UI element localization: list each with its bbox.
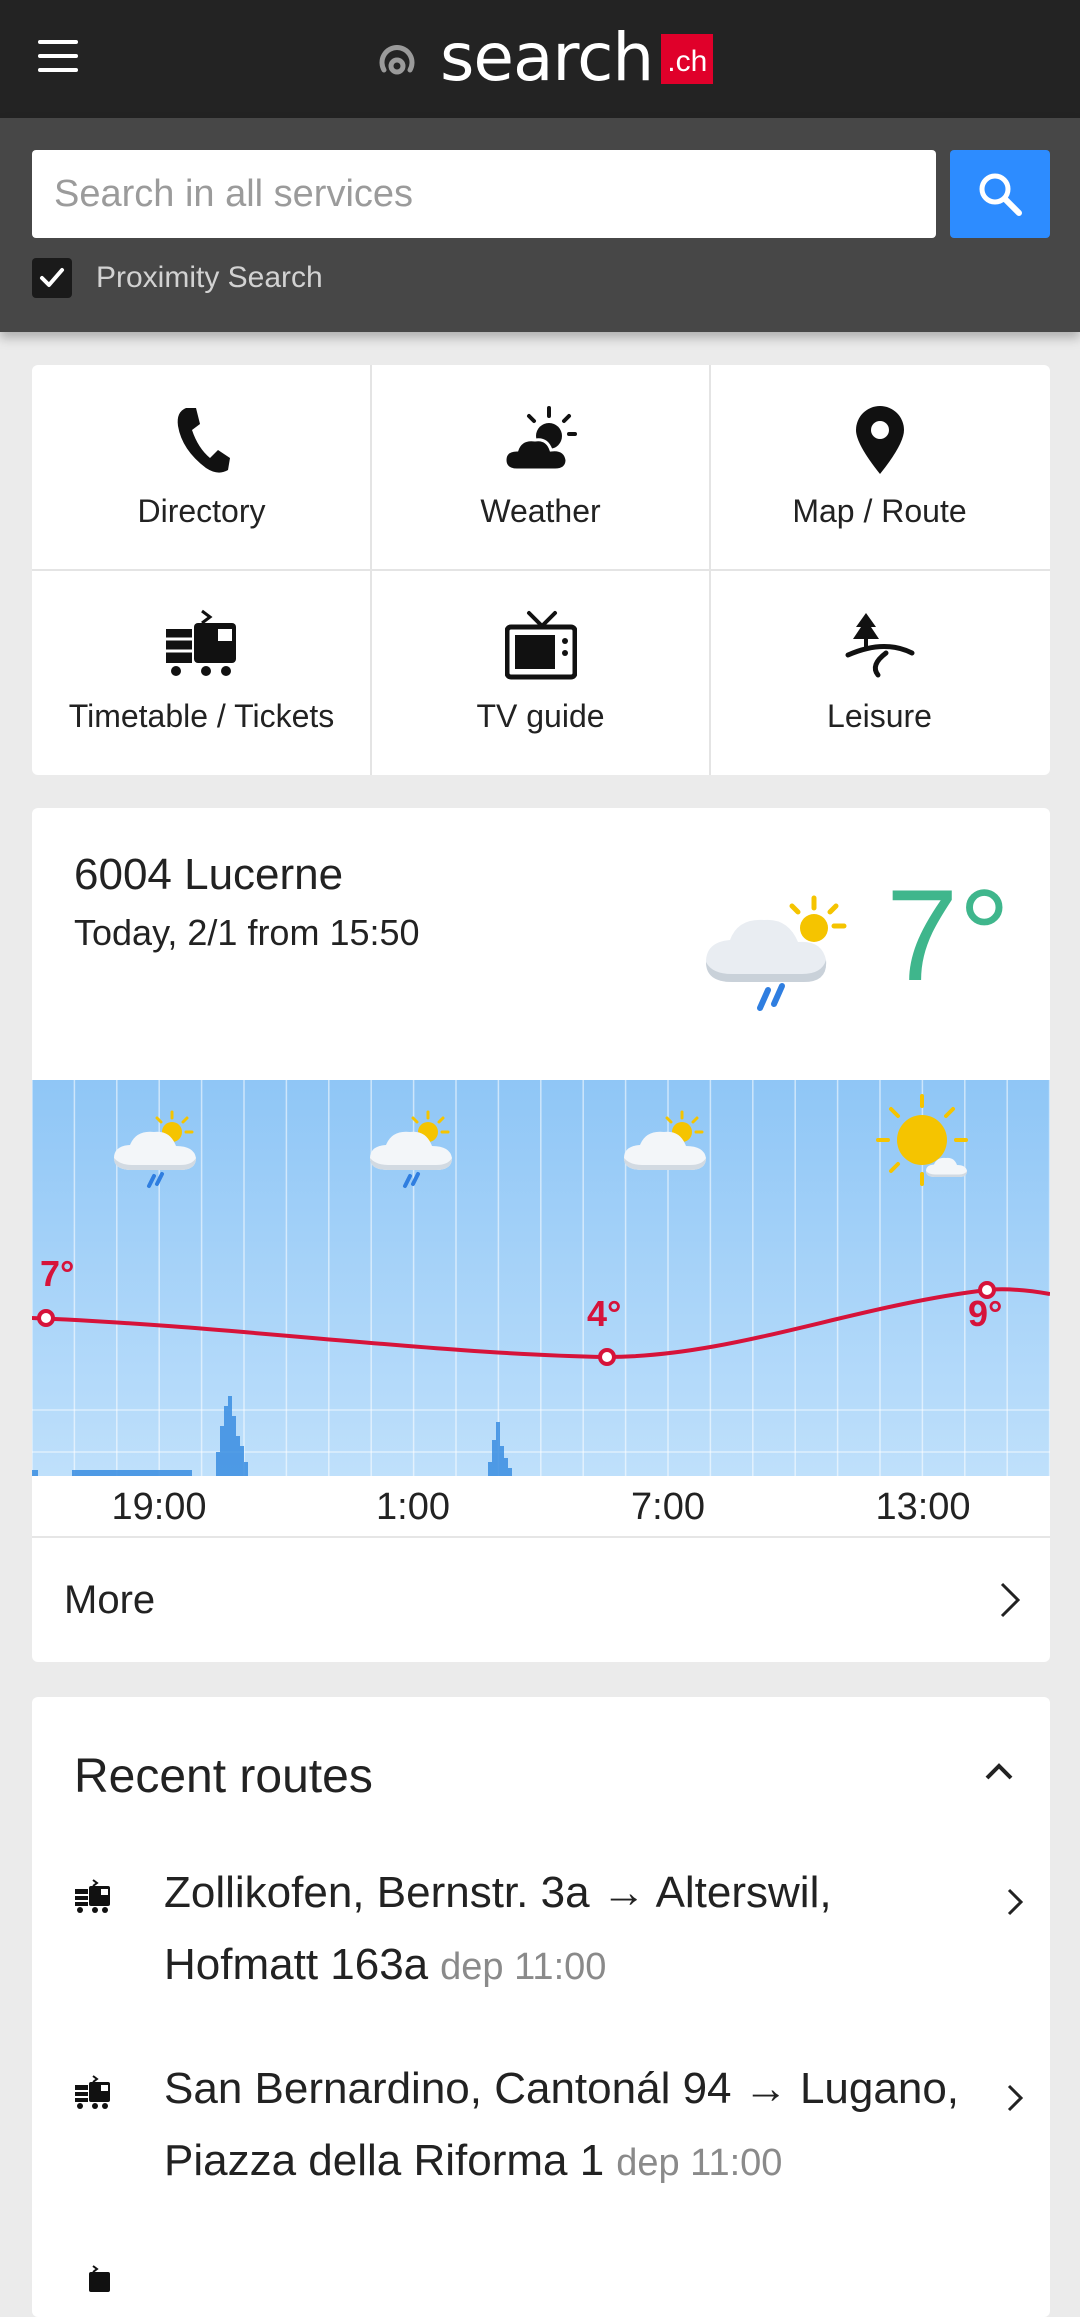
route-item[interactable]: San Bernardino, Cantonál 94 → Lugano, Pi… (74, 2063, 1024, 2213)
checkmark-icon (40, 268, 64, 287)
temp-label: 4° (587, 1293, 621, 1334)
time-label: 1:00 (376, 1486, 450, 1528)
time-label: 13:00 (875, 1486, 971, 1528)
route-departure: dep 11:00 (616, 2142, 783, 2184)
map-pin-icon (855, 406, 904, 474)
temp-point (598, 1348, 616, 1366)
service-label: TV guide (476, 698, 605, 734)
phone-icon (177, 408, 230, 473)
train-icon (75, 1879, 110, 1913)
temp-point (37, 1309, 55, 1327)
recent-routes-card: Recent routes Zollikofen, Bernstr. 3a → … (32, 1697, 1050, 2317)
logo-badge: .ch (661, 34, 714, 84)
search-input[interactable] (32, 150, 936, 238)
top-bar: search .ch (0, 0, 1080, 118)
route-description: San Bernardino, Cantonál 94 → Lugano, Pi… (164, 2064, 960, 2185)
search-panel: Proximity Search (0, 118, 1080, 332)
chevron-up-icon[interactable] (984, 1761, 1014, 1781)
route-text: Zollikofen, Bernstr. 3a → Alterswil, Hof… (164, 1857, 964, 2003)
service-label: Weather (480, 493, 601, 529)
service-leisure[interactable]: Leisure (710, 570, 1049, 775)
service-label: Leisure (827, 698, 932, 734)
weather-location: 6004 Lucerne (74, 850, 344, 899)
signal-icon (379, 45, 415, 75)
temp-label: 7° (40, 1253, 74, 1294)
route-item[interactable] (74, 2253, 1024, 2313)
logo[interactable]: search .ch (372, 18, 714, 98)
services-grid: Directory Weather Map / Route Timetable … (32, 365, 1050, 775)
chevron-right-icon (1007, 1888, 1024, 1916)
time-label: 19:00 (111, 1486, 207, 1528)
weather-more-link[interactable]: More (32, 1536, 1050, 1662)
tv-icon (504, 611, 577, 680)
route-item[interactable]: Zollikofen, Bernstr. 3a → Alterswil, Hof… (74, 1867, 1024, 2017)
logo-text: search (440, 19, 654, 96)
service-label: Timetable / Tickets (68, 698, 335, 734)
service-label: Map / Route (792, 493, 967, 529)
service-label: Directory (137, 493, 266, 529)
proximity-label: Proximity Search (96, 261, 323, 294)
time-axis: 19:00 1:00 7:00 13:00 (32, 1476, 1050, 1542)
current-weather-icon (702, 890, 862, 1025)
search-button[interactable] (950, 150, 1050, 238)
weather-icon (502, 406, 577, 472)
route-text: San Bernardino, Cantonál 94 → Lugano, Pi… (164, 2053, 964, 2199)
route-departure: dep 11:00 (440, 1946, 607, 1988)
hamburger-menu-icon[interactable] (38, 40, 78, 72)
train-icon (165, 609, 236, 676)
service-tv-guide[interactable]: TV guide (371, 570, 710, 775)
weather-forecast-chart[interactable]: 7° 4° 9° (32, 1080, 1050, 1476)
service-weather[interactable]: Weather (371, 365, 710, 570)
time-label: 7:00 (631, 1486, 705, 1528)
service-directory[interactable]: Directory (32, 365, 371, 570)
current-temperature: 7° (886, 862, 1011, 1008)
search-icon (979, 173, 1022, 216)
weather-date: Today, 2/1 from 15:50 (74, 912, 420, 953)
chevron-right-icon (1007, 2084, 1024, 2112)
recent-routes-title: Recent routes (74, 1750, 373, 1803)
more-label: More (64, 1578, 156, 1622)
temp-label: 9° (968, 1293, 1002, 1334)
train-icon (89, 2265, 110, 2292)
chevron-right-icon (1000, 1582, 1021, 1618)
weather-card[interactable]: 6004 Lucerne Today, 2/1 from 15:50 7° 7°… (32, 808, 1050, 1662)
proximity-checkbox[interactable] (32, 258, 72, 298)
proximity-search-toggle[interactable]: Proximity Search (32, 258, 323, 298)
service-timetable[interactable]: Timetable / Tickets (32, 570, 371, 775)
service-map-route[interactable]: Map / Route (710, 365, 1049, 570)
train-icon (75, 2075, 110, 2109)
leisure-icon (845, 613, 914, 678)
